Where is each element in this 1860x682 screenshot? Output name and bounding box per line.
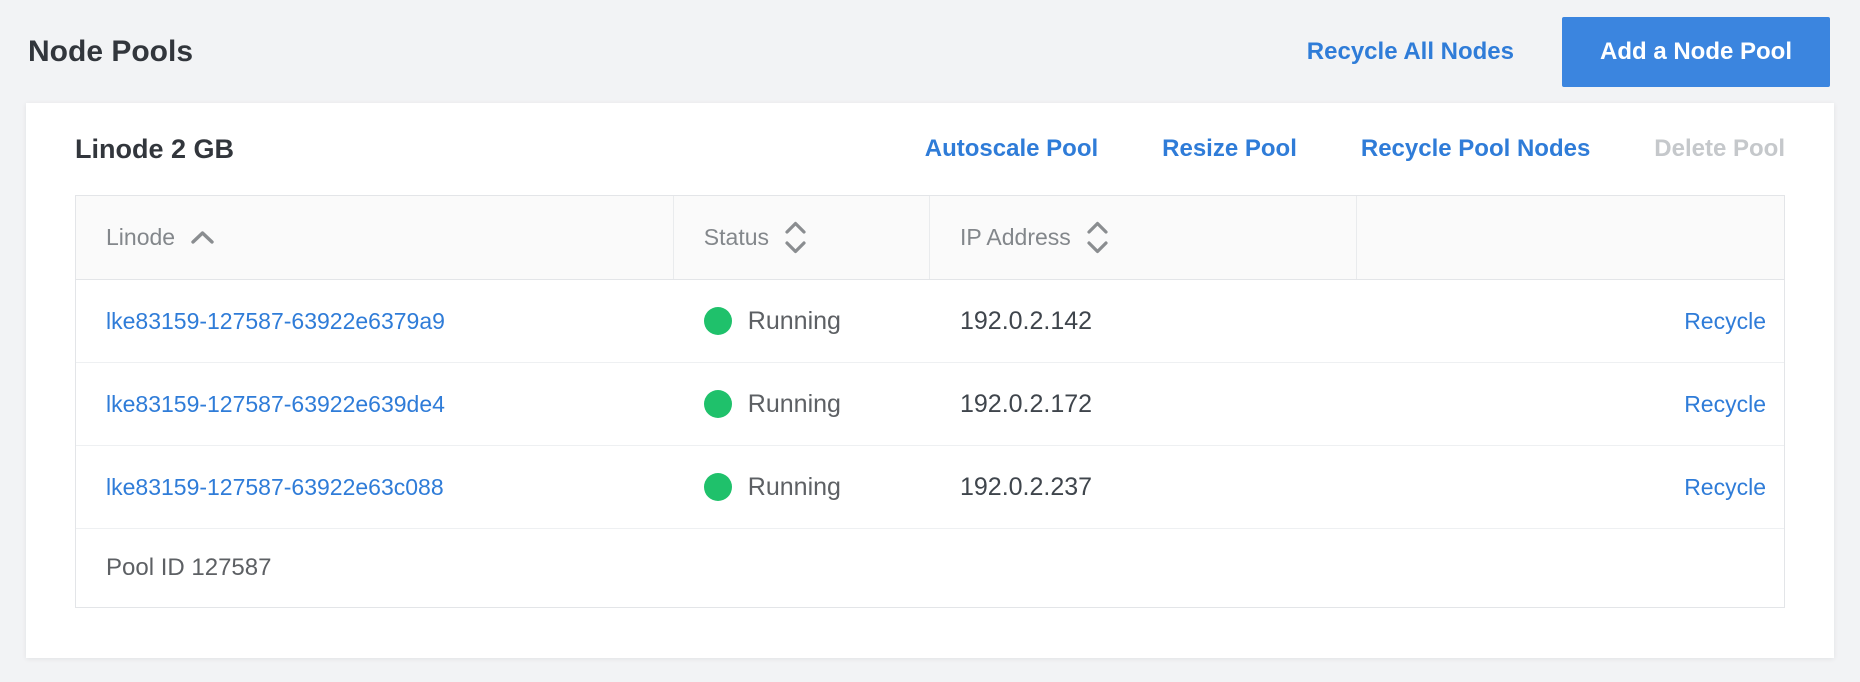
column-header-status[interactable]: Status bbox=[674, 196, 930, 279]
recycle-node-link[interactable]: Recycle bbox=[1684, 391, 1766, 418]
status-running-dot bbox=[704, 390, 732, 418]
recycle-pool-nodes-link[interactable]: Recycle Pool Nodes bbox=[1361, 135, 1590, 163]
status-cell: Running bbox=[674, 307, 930, 336]
table-row: lke83159-127587-63922e6379a9 Running 192… bbox=[76, 280, 1784, 363]
row-actions-cell: Recycle bbox=[1357, 391, 1784, 418]
column-header-linode[interactable]: Linode bbox=[76, 196, 674, 279]
status-label: Running bbox=[748, 390, 841, 419]
page-title: Node Pools bbox=[28, 35, 193, 69]
table-header-row: Linode Status IP Address bbox=[76, 196, 1784, 280]
recycle-node-link[interactable]: Recycle bbox=[1684, 474, 1766, 501]
linode-link[interactable]: lke83159-127587-63922e6379a9 bbox=[106, 308, 445, 335]
column-header-ip-address-label: IP Address bbox=[960, 224, 1071, 251]
status-label: Running bbox=[748, 473, 841, 502]
pool-id-label: Pool ID 127587 bbox=[106, 554, 271, 582]
pool-header: Linode 2 GB Autoscale Pool Resize Pool R… bbox=[26, 103, 1834, 195]
ip-address-value: 192.0.2.237 bbox=[960, 473, 1092, 502]
pool-title: Linode 2 GB bbox=[75, 134, 234, 165]
delete-pool-link[interactable]: Delete Pool bbox=[1654, 135, 1785, 163]
table-row: lke83159-127587-63922e63c088 Running 192… bbox=[76, 446, 1784, 529]
page-header: Node Pools Recycle All Nodes Add a Node … bbox=[0, 0, 1860, 103]
column-header-ip-address[interactable]: IP Address bbox=[930, 196, 1357, 279]
status-cell: Running bbox=[674, 390, 930, 419]
ip-address-cell: 192.0.2.237 bbox=[930, 473, 1357, 502]
sort-icon bbox=[1085, 219, 1110, 256]
row-actions-cell: Recycle bbox=[1357, 308, 1784, 335]
linode-cell: lke83159-127587-63922e6379a9 bbox=[76, 308, 674, 335]
pool-actions: Autoscale Pool Resize Pool Recycle Pool … bbox=[925, 135, 1785, 163]
node-pool-card: Linode 2 GB Autoscale Pool Resize Pool R… bbox=[26, 103, 1834, 658]
sort-icon bbox=[783, 219, 808, 256]
status-running-dot bbox=[704, 307, 732, 335]
status-cell: Running bbox=[674, 473, 930, 502]
resize-pool-link[interactable]: Resize Pool bbox=[1162, 135, 1297, 163]
table-row: lke83159-127587-63922e639de4 Running 192… bbox=[76, 363, 1784, 446]
row-actions-cell: Recycle bbox=[1357, 474, 1784, 501]
column-header-status-label: Status bbox=[704, 224, 769, 251]
column-header-actions bbox=[1357, 196, 1784, 279]
nodes-table: Linode Status IP Address bbox=[75, 195, 1785, 608]
page-header-actions: Recycle All Nodes Add a Node Pool bbox=[1307, 17, 1830, 87]
ip-address-value: 192.0.2.142 bbox=[960, 307, 1092, 336]
linode-link[interactable]: lke83159-127587-63922e63c088 bbox=[106, 474, 444, 501]
linode-cell: lke83159-127587-63922e639de4 bbox=[76, 391, 674, 418]
ip-address-value: 192.0.2.172 bbox=[960, 390, 1092, 419]
status-running-dot bbox=[704, 473, 732, 501]
linode-cell: lke83159-127587-63922e63c088 bbox=[76, 474, 674, 501]
recycle-node-link[interactable]: Recycle bbox=[1684, 308, 1766, 335]
add-node-pool-button[interactable]: Add a Node Pool bbox=[1562, 17, 1830, 87]
status-label: Running bbox=[748, 307, 841, 336]
column-header-linode-label: Linode bbox=[106, 224, 175, 251]
ip-address-cell: 192.0.2.172 bbox=[930, 390, 1357, 419]
ip-address-cell: 192.0.2.142 bbox=[930, 307, 1357, 336]
linode-link[interactable]: lke83159-127587-63922e639de4 bbox=[106, 391, 445, 418]
recycle-all-nodes-link[interactable]: Recycle All Nodes bbox=[1307, 38, 1514, 66]
autoscale-pool-link[interactable]: Autoscale Pool bbox=[925, 135, 1098, 163]
pool-id-footer: Pool ID 127587 bbox=[76, 529, 1784, 607]
sort-ascending-icon bbox=[189, 229, 216, 246]
